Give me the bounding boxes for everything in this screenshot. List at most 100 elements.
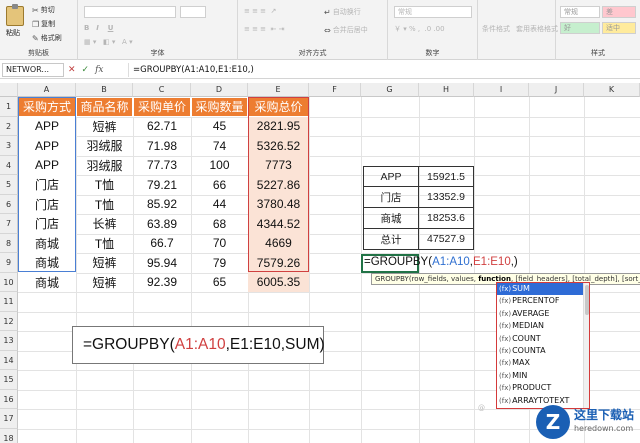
- table-cell[interactable]: 65: [191, 273, 248, 293]
- row-header[interactable]: 17: [0, 409, 18, 429]
- border-icon[interactable]: ▦ ▾ ◧ ▾ A ▾: [84, 38, 133, 46]
- number-format-box[interactable]: 常规: [394, 6, 472, 18]
- row-header[interactable]: 6: [0, 194, 18, 214]
- table-cell[interactable]: 62.71: [133, 117, 191, 137]
- row-header[interactable]: 11: [0, 292, 18, 312]
- header-cell[interactable]: 采购数量: [191, 97, 248, 117]
- copy-button[interactable]: ❐ 复制: [32, 19, 55, 29]
- row-header[interactable]: 8: [0, 233, 18, 253]
- header-cell[interactable]: 采购单价: [133, 97, 191, 117]
- currency-icon[interactable]: ￥ ▾ % , .0 .00: [394, 24, 445, 34]
- autocomplete-item-average[interactable]: (fx) AVERAGE: [497, 308, 589, 320]
- row-header[interactable]: 13: [0, 331, 18, 351]
- table-cell[interactable]: 66.7: [133, 234, 191, 254]
- row-header[interactable]: 9: [0, 253, 18, 273]
- cond-format-button[interactable]: 条件格式: [482, 24, 510, 34]
- row-header[interactable]: 1: [0, 97, 18, 117]
- autocomplete-item-min[interactable]: (fx) MIN: [497, 370, 589, 382]
- column-header-c[interactable]: C: [133, 83, 191, 97]
- table-cell[interactable]: 6005.35: [248, 272, 309, 292]
- column-header-d[interactable]: D: [191, 83, 248, 97]
- style-good[interactable]: 好: [560, 22, 600, 34]
- table-cell[interactable]: 短裤: [76, 273, 133, 293]
- table-cell[interactable]: 85.92: [133, 195, 191, 215]
- column-header-b[interactable]: B: [76, 83, 133, 97]
- autocomplete-list[interactable]: (fx) SUM (fx) PERCENTOF (fx) AVERAGE (fx) MEDIA…: [496, 282, 590, 409]
- table-cell[interactable]: T恤: [76, 234, 133, 254]
- name-box[interactable]: NETWOR...: [2, 63, 64, 77]
- row-header[interactable]: 12: [0, 311, 18, 331]
- table-cell[interactable]: 77.73: [133, 156, 191, 176]
- align-top-icon[interactable]: ≡ ≡ ≡ ↗: [244, 7, 276, 15]
- table-cell[interactable]: 71.98: [133, 136, 191, 156]
- table-cell[interactable]: 长裤: [76, 214, 133, 234]
- wrap-text-button[interactable]: ↵ 自动换行: [324, 7, 361, 17]
- table-cell[interactable]: 92.39: [133, 273, 191, 293]
- table-cell[interactable]: 95.94: [133, 253, 191, 273]
- autocomplete-item-percentof[interactable]: (fx) PERCENTOF: [497, 295, 589, 307]
- scroll-thumb[interactable]: [585, 285, 589, 315]
- autocomplete-item-median[interactable]: (fx) MEDIAN: [497, 320, 589, 332]
- table-cell[interactable]: 74: [191, 136, 248, 156]
- row-header[interactable]: 2: [0, 116, 18, 136]
- table-cell[interactable]: 66: [191, 175, 248, 195]
- autocomplete-item-product[interactable]: (fx) PRODUCT: [497, 382, 589, 394]
- table-cell[interactable]: 63.89: [133, 214, 191, 234]
- column-header-h[interactable]: H: [419, 83, 474, 97]
- table-cell[interactable]: T恤: [76, 175, 133, 195]
- enter-icon[interactable]: ✓: [82, 65, 90, 75]
- table-cell[interactable]: 79.21: [133, 175, 191, 195]
- column-header-k[interactable]: K: [584, 83, 640, 97]
- cut-button[interactable]: ✂ 剪切: [32, 5, 55, 15]
- summary-cell[interactable]: 47527.9: [419, 229, 474, 250]
- font-size-box[interactable]: [180, 6, 206, 18]
- style-normal[interactable]: 常规: [560, 6, 600, 18]
- autocomplete-item-max[interactable]: (fx) MAX: [497, 357, 589, 369]
- table-cell[interactable]: 羽绒服: [76, 156, 133, 176]
- summary-cell[interactable]: 18253.6: [419, 208, 474, 229]
- table-format-button[interactable]: 套用表格格式: [516, 24, 558, 34]
- row-header[interactable]: 10: [0, 272, 18, 292]
- summary-cell[interactable]: 13352.9: [419, 187, 474, 208]
- table-cell[interactable]: T恤: [76, 195, 133, 215]
- row-header[interactable]: 4: [0, 155, 18, 175]
- style-bad[interactable]: 差: [602, 6, 636, 18]
- paste-button[interactable]: 粘贴: [6, 28, 20, 38]
- autocomplete-scrollbar[interactable]: [583, 283, 589, 408]
- table-cell[interactable]: 商城: [18, 272, 76, 292]
- summary-cell[interactable]: APP: [363, 166, 419, 187]
- font-name-box[interactable]: [84, 6, 176, 18]
- paste-icon[interactable]: [6, 4, 24, 26]
- merge-center-button[interactable]: ⇔ 合并后居中: [324, 25, 368, 35]
- row-header[interactable]: 3: [0, 136, 18, 156]
- row-header[interactable]: 18: [0, 428, 18, 443]
- format-painter-button[interactable]: ✎ 格式刷: [32, 33, 62, 43]
- table-cell[interactable]: 79: [191, 253, 248, 273]
- autocomplete-item-sum[interactable]: (fx) SUM: [497, 283, 589, 296]
- row-header[interactable]: 7: [0, 214, 18, 234]
- column-header-j[interactable]: J: [529, 83, 584, 97]
- header-cell[interactable]: 商品名称: [76, 97, 133, 117]
- table-cell[interactable]: 短裤: [76, 253, 133, 273]
- table-cell[interactable]: 短裤: [76, 117, 133, 137]
- column-header-g[interactable]: G: [361, 83, 419, 97]
- row-header[interactable]: 15: [0, 370, 18, 390]
- summary-cell[interactable]: 总计: [363, 229, 419, 250]
- table-cell[interactable]: 70: [191, 234, 248, 254]
- column-header-a[interactable]: A: [18, 83, 76, 97]
- table-cell[interactable]: 100: [191, 156, 248, 176]
- row-header[interactable]: 16: [0, 389, 18, 409]
- column-header-f[interactable]: F: [309, 83, 361, 97]
- insert-function-icon[interactable]: fx: [95, 65, 103, 75]
- table-cell[interactable]: 羽绒服: [76, 136, 133, 156]
- row-header[interactable]: 5: [0, 175, 18, 195]
- style-neutral[interactable]: 适中: [602, 22, 636, 34]
- summary-cell[interactable]: 商城: [363, 208, 419, 229]
- autocomplete-item-count[interactable]: (fx) COUNT: [497, 333, 589, 345]
- column-header-i[interactable]: I: [474, 83, 529, 97]
- summary-cell[interactable]: 门店: [363, 187, 419, 208]
- summary-cell[interactable]: 15921.5: [419, 166, 474, 187]
- row-header[interactable]: 14: [0, 350, 18, 370]
- autocomplete-item-counta[interactable]: (fx) COUNTA: [497, 345, 589, 357]
- column-header-e[interactable]: E: [248, 83, 309, 97]
